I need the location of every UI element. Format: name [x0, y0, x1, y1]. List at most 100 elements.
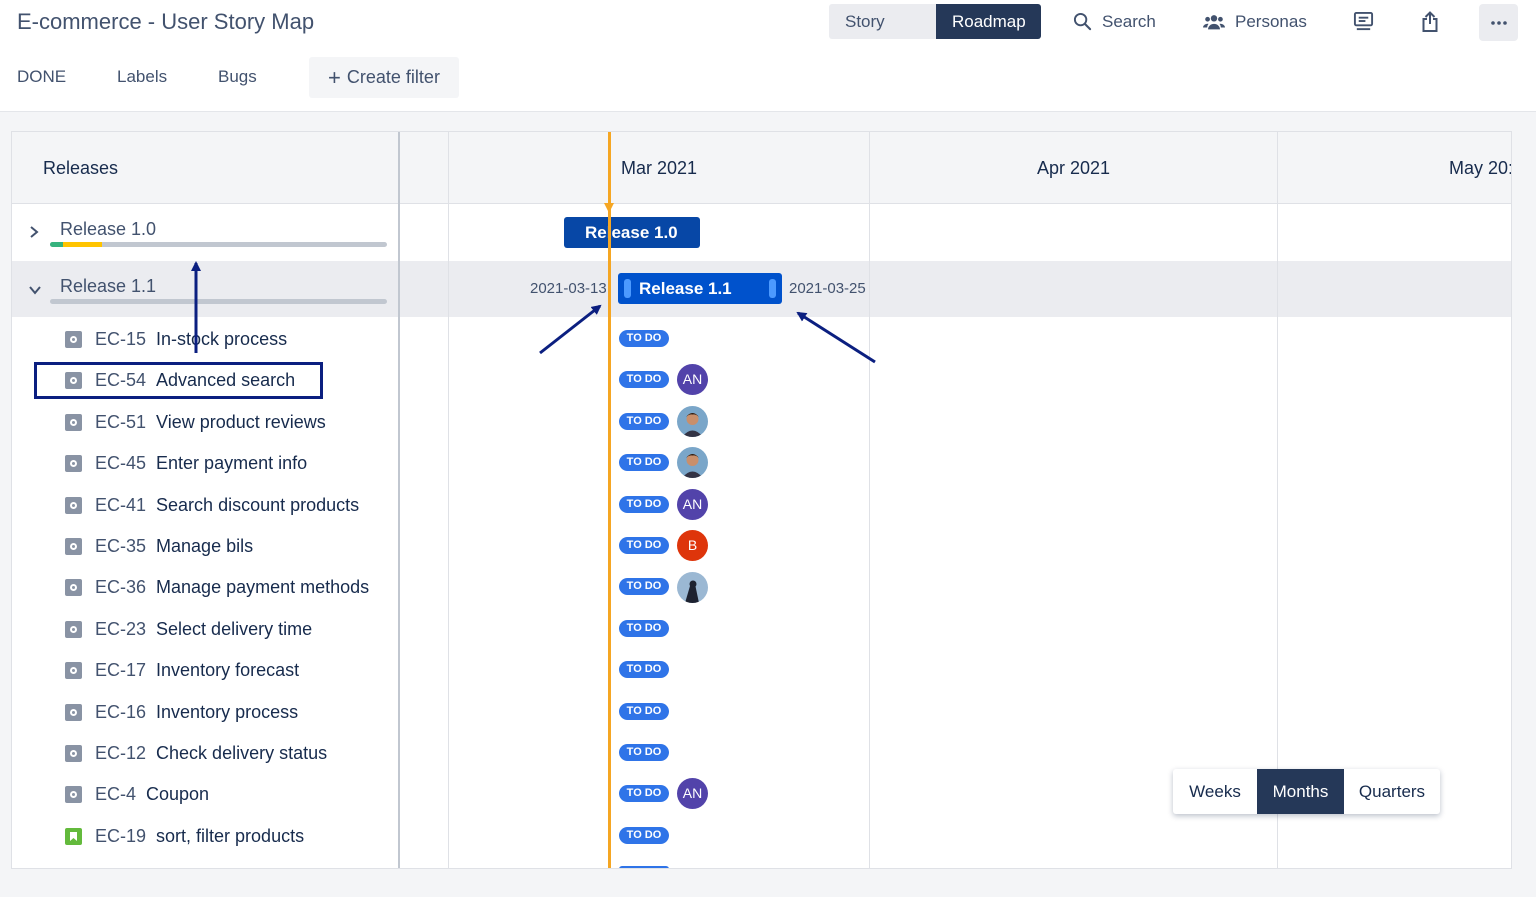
presentation-button[interactable]	[1353, 4, 1384, 39]
personas-label: Personas	[1235, 11, 1307, 31]
roadmap-tab[interactable]: Roadmap	[936, 4, 1041, 39]
task-icon	[65, 620, 82, 638]
filter-done[interactable]: DONE	[17, 57, 66, 97]
task-icon	[65, 413, 82, 431]
status-badge: TO DO	[619, 578, 669, 595]
releases-header: Releases	[12, 132, 398, 204]
timeline-header: Mar 2021 Apr 2021 May 20:	[400, 132, 1511, 204]
issue-row[interactable]: EC-51 View product reviews	[65, 407, 326, 437]
zoom-quarters[interactable]: Quarters	[1344, 769, 1440, 814]
release-row-1-0[interactable]: Release 1.0	[12, 204, 398, 261]
resize-handle-left[interactable]	[624, 279, 631, 298]
annotation-box	[34, 362, 323, 399]
avatar[interactable]	[677, 447, 708, 478]
release-bar-label: Release 1.1	[639, 279, 732, 298]
panel-divider[interactable]	[398, 132, 400, 868]
task-icon	[65, 661, 82, 679]
today-marker-icon	[604, 203, 614, 213]
today-line	[608, 132, 611, 868]
story-icon	[65, 827, 82, 845]
month-mar: Mar 2021	[621, 158, 698, 178]
issue-row[interactable]: EC-23 Select delivery time	[65, 614, 312, 644]
avatar[interactable]	[677, 572, 708, 603]
status-badge: TO DO	[619, 827, 669, 844]
task-icon	[65, 330, 82, 348]
task-icon	[65, 703, 82, 721]
chevron-right-icon[interactable]	[28, 225, 40, 239]
filter-bugs[interactable]: Bugs	[218, 57, 257, 97]
grid-line	[869, 132, 870, 868]
issue-row[interactable]: EC-12 Check delivery status	[65, 738, 327, 768]
status-badge: TO DO	[619, 703, 669, 720]
filter-labels[interactable]: Labels	[117, 57, 167, 97]
more-icon	[1490, 20, 1507, 25]
status-badge: TO DO	[619, 661, 669, 678]
top-bar: E-commerce - User Story Map Story map Ro…	[0, 0, 1536, 112]
month-apr: Apr 2021	[1037, 158, 1111, 178]
status-badge: TO DO	[619, 330, 669, 347]
task-icon	[65, 744, 82, 762]
avatar[interactable]	[677, 406, 708, 437]
release-start-date: 2021-03-13	[530, 280, 607, 297]
task-icon	[65, 454, 82, 472]
chevron-down-icon[interactable]	[28, 284, 42, 296]
search-label: Search	[1102, 11, 1156, 31]
grid-line	[1277, 132, 1278, 868]
release-bar-1-1[interactable]: Release 1.1	[618, 273, 782, 304]
status-badge: TO DO	[619, 744, 669, 761]
issue-row[interactable]: EC-35 Manage bils	[65, 531, 253, 561]
avatar[interactable]: AN	[677, 364, 708, 395]
share-button[interactable]	[1421, 4, 1449, 39]
avatar[interactable]: B	[677, 530, 708, 561]
plus-icon: +	[328, 64, 341, 90]
presentation-icon	[1353, 11, 1374, 31]
status-badge	[619, 866, 669, 868]
task-icon	[65, 496, 82, 514]
status-badge: TO DO	[619, 496, 669, 513]
status-badge: TO DO	[619, 413, 669, 430]
releases-header-label: Releases	[43, 158, 119, 178]
issue-row[interactable]: EC-41 Search discount products	[65, 490, 359, 520]
status-badge: TO DO	[619, 620, 669, 637]
issue-row[interactable]: EC-15 In-stock process	[65, 324, 287, 354]
search-button[interactable]: Search	[1073, 4, 1156, 39]
release-progress	[50, 242, 387, 247]
zoom-weeks[interactable]: Weeks	[1173, 769, 1257, 814]
search-icon	[1073, 12, 1092, 31]
status-badge: TO DO	[619, 785, 669, 802]
release-row-1-1[interactable]: Release 1.1	[12, 261, 398, 317]
issue-row[interactable]: EC-16 Inventory process	[65, 697, 298, 727]
month-may: May 20:	[1449, 158, 1511, 178]
task-icon	[65, 785, 82, 803]
release-progress	[50, 299, 387, 304]
create-filter-button[interactable]: + Create filter	[309, 57, 459, 98]
status-badge: TO DO	[619, 454, 669, 471]
view-toggle: Story map Roadmap	[829, 4, 1041, 39]
grid-line	[448, 132, 449, 868]
roadmap-board: Releases Mar 2021 Apr 2021 May 20: Relea…	[11, 131, 1512, 869]
avatar[interactable]: AN	[677, 489, 708, 520]
release-bar-1-0[interactable]: Release 1.0	[564, 217, 700, 248]
status-badge: TO DO	[619, 371, 669, 388]
resize-handle-right[interactable]	[769, 279, 776, 298]
release-end-date: 2021-03-25	[789, 280, 866, 297]
zoom-switch: Weeks Months Quarters	[1173, 769, 1440, 814]
story-map-tab[interactable]: Story map	[829, 4, 936, 39]
task-icon	[65, 578, 82, 596]
people-icon	[1203, 14, 1225, 29]
issue-row[interactable]: EC-4 Coupon	[65, 779, 209, 809]
release-name: Release 1.0	[60, 219, 157, 239]
issue-row[interactable]: EC-45 Enter payment info	[65, 448, 307, 478]
task-icon	[65, 537, 82, 555]
release-name: Release 1.1	[60, 276, 157, 296]
zoom-months[interactable]: Months	[1257, 769, 1344, 814]
issue-row[interactable]: EC-19 sort, filter products	[65, 821, 304, 851]
issue-row[interactable]: EC-36 Manage payment methods	[65, 572, 369, 602]
personas-button[interactable]: Personas	[1203, 4, 1307, 39]
page-title: E-commerce - User Story Map	[17, 9, 315, 34]
more-button[interactable]	[1479, 4, 1518, 41]
issue-row[interactable]: EC-17 Inventory forecast	[65, 655, 299, 685]
share-icon	[1422, 10, 1438, 32]
avatar[interactable]: AN	[677, 778, 708, 809]
create-filter-label: Create filter	[346, 67, 440, 87]
